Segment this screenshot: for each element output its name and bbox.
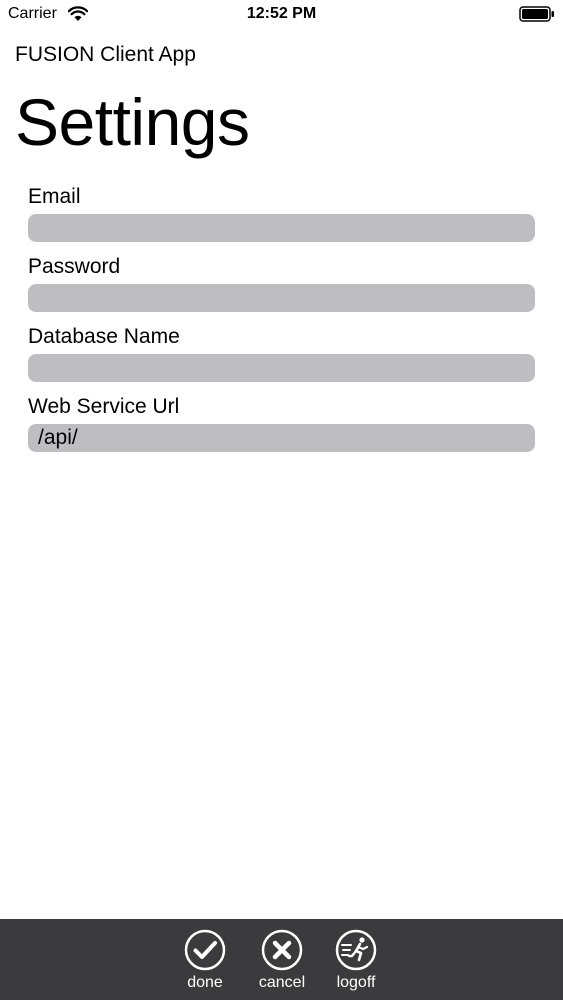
password-label: Password — [28, 255, 121, 278]
database-name-label: Database Name — [28, 325, 180, 348]
database-name-field[interactable] — [28, 354, 535, 382]
battery-icon — [519, 6, 554, 22]
web-service-url-field[interactable] — [28, 424, 535, 452]
status-bar: Carrier 12:52 PM — [0, 0, 563, 30]
running-person-circle-icon — [335, 929, 377, 971]
status-time: 12:52 PM — [246, 5, 317, 22]
web-service-url-label: Web Service Url — [28, 395, 180, 418]
checkmark-circle-icon — [184, 929, 226, 971]
password-field[interactable] — [28, 284, 535, 312]
logoff-button[interactable]: logoff — [324, 929, 388, 995]
settings-screen: Carrier 12:52 PM FUSION Client App Setti… — [0, 0, 563, 1000]
email-field[interactable] — [28, 214, 535, 242]
done-button[interactable]: done — [173, 929, 237, 995]
settings-form: Email Password Database Name Web Service… — [28, 180, 535, 460]
app-name: FUSION Client App — [15, 43, 196, 66]
logoff-label: logoff — [336, 974, 376, 991]
cancel-label: cancel — [258, 974, 306, 991]
done-label: done — [187, 974, 223, 991]
bottom-toolbar: done cancel logoff — [0, 919, 563, 1000]
x-circle-icon — [261, 929, 303, 971]
email-label: Email — [28, 185, 81, 208]
cancel-button[interactable]: cancel — [250, 929, 314, 995]
page-title: Settings — [15, 85, 250, 159]
